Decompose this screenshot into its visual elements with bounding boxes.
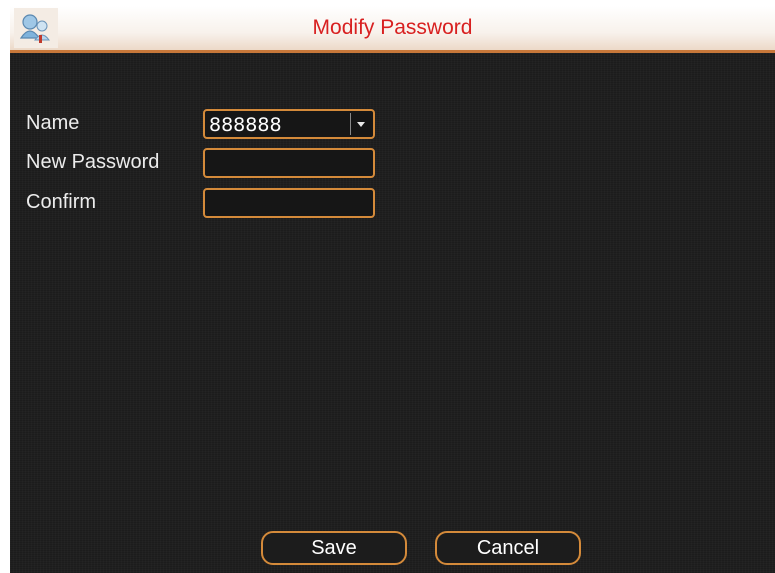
name-select-value: 888888 [209,114,282,136]
dialog-body: Name 888888 New Password Confirm Save Ca… [10,53,775,573]
dialog-title: Modify Password [312,16,473,39]
name-select[interactable]: 888888 [203,109,375,139]
chevron-down-icon[interactable] [350,113,371,135]
title-bar: Modify Password [10,6,775,53]
cancel-button[interactable]: Cancel [435,531,581,565]
confirm-label: Confirm [26,191,97,213]
save-button[interactable]: Save [261,531,407,565]
name-label: Name [26,112,80,134]
confirm-password-input[interactable] [203,188,375,218]
new-password-label: New Password [26,151,160,173]
new-password-input[interactable] [203,148,375,178]
modify-password-dialog: Modify Password Name 888888 New Password… [10,6,775,573]
